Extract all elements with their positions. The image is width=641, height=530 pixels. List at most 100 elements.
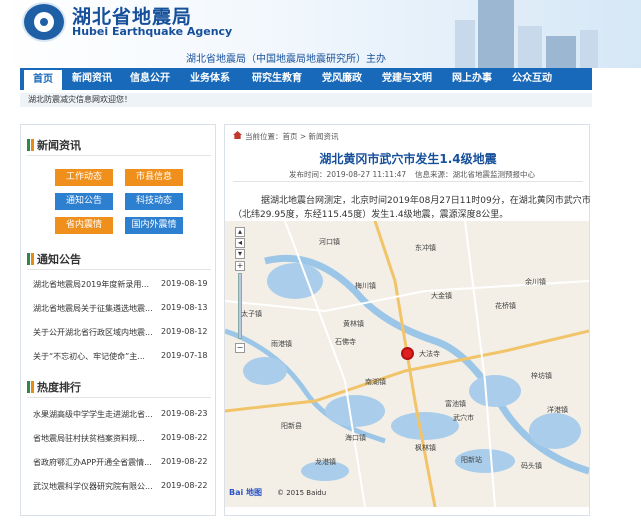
nav-item-graduate[interactable]: 研究生教育 (246, 68, 308, 90)
map-label: 梓坊镇 (531, 372, 552, 380)
list-item-date: 2019-08-22 (161, 457, 208, 466)
list-item-date: 2019-08-23 (161, 409, 208, 418)
nav-item-info[interactable]: 信息公开 (124, 68, 176, 90)
building-graphic (478, 0, 514, 68)
article-paragraph-2: （北纬29.95度，东经115.45度）发生1.4级地震，震源深度8公里。 (233, 210, 509, 220)
map-label: 雨港镇 (271, 340, 292, 348)
news-section-title: 新闻资讯 (37, 139, 81, 152)
building-graphic (580, 30, 598, 68)
epicenter-map[interactable]: ▴ ◂ ▾ + − 河口镇 东冲镇 梅川镇 大金镇 黄林镇 石佛寺 太子镇 雨港… (225, 221, 589, 507)
map-label: 黄林镇 (343, 320, 364, 328)
epicenter-marker-icon[interactable] (401, 347, 414, 360)
site-name-en: Hubei Earthquake Agency (72, 25, 233, 38)
building-graphic (518, 26, 542, 68)
section-bars-icon (27, 139, 30, 151)
section-bars-icon (27, 381, 30, 393)
list-item-title[interactable]: 省地震局驻村扶贫档案资料规... (33, 433, 155, 444)
map-label: 花桥镇 (495, 302, 516, 310)
list-item-title[interactable]: 省政府鄂汇办APP开通全省震情... (33, 457, 155, 468)
list-item[interactable]: 关于公开湖北省行政区域内地震... 2019-08-12 (33, 327, 213, 341)
map-label: 海口镇 (345, 434, 366, 442)
list-item[interactable]: 武汉地震科学仪器研究院有限公... 2019-08-22 (33, 481, 213, 495)
map-label: 石佛寺 (335, 338, 356, 346)
list-item-title[interactable]: 湖北省地震局2019年度新录用... (33, 279, 155, 290)
breadcrumb[interactable]: 当前位置：首页 > 新闻资讯 (245, 131, 339, 142)
site-header: 湖北省地震局 Hubei Earthquake Agency 湖北省地震局（中国… (0, 0, 641, 68)
map-label: 大金镇 (431, 292, 452, 300)
list-item-title[interactable]: 湖北省地震局关于征集遴选地震... (33, 303, 155, 314)
list-item-date: 2019-08-22 (161, 433, 208, 442)
article-panel: 当前位置：首页 > 新闻资讯 湖北黄冈市武穴市发生1.4级地震 发布时间：201… (224, 124, 591, 516)
map-label: 枫林镇 (415, 444, 436, 452)
map-label: 大法寺 (419, 350, 440, 358)
nav-item-home[interactable]: 首页 (24, 68, 62, 90)
list-item-title[interactable]: 武汉地震科学仪器研究院有限公... (33, 481, 155, 492)
btn-notices[interactable]: 通知公告 (55, 193, 113, 210)
map-label: 河口镇 (319, 238, 340, 246)
zoom-out-button[interactable]: − (235, 343, 245, 353)
info-source: 信息来源：湖北省地震监测预报中心 (415, 170, 535, 179)
article-title: 湖北黄冈市武穴市发生1.4级地震 (319, 152, 497, 166)
announcements-title: 通知公告 (37, 253, 81, 266)
divider (233, 181, 583, 182)
building-graphic (455, 20, 475, 68)
map-label: 阳新站 (461, 456, 482, 464)
publish-time: 发布时间：2019-08-27 11:11:47 (289, 170, 407, 179)
map-label: 梅川镇 (355, 282, 376, 290)
main-nav: 首页 新闻资讯 信息公开 业务体系 研究生教育 党风廉政 党建与文明 网上办事 … (20, 68, 592, 90)
left-sidebar: 新闻资讯 工作动态 市县信息 通知公告 科技动态 省内震情 国内外震情 通知公告… (20, 124, 216, 516)
map-label: 码头镇 (521, 462, 542, 470)
list-item-title[interactable]: 关于公开湖北省行政区域内地震... (33, 327, 155, 338)
welcome-text: 湖北防震减灾信息网欢迎您！ (28, 95, 132, 104)
list-item[interactable]: 湖北省地震局2019年度新录用... 2019-08-19 (33, 279, 213, 293)
welcome-bar: 湖北防震减灾信息网欢迎您！ (20, 93, 592, 107)
divider (27, 269, 211, 270)
agency-logo-icon[interactable] (22, 2, 66, 42)
list-item-date: 2019-07-18 (161, 351, 208, 360)
building-graphic (546, 36, 576, 68)
article-paragraph-1: 据湖北地震台网测定，北京时间2019年08月27日11时09分，在湖北黄冈市武穴… (261, 196, 591, 206)
map-label: 余川镇 (525, 278, 546, 286)
btn-county-info[interactable]: 市县信息 (125, 169, 183, 186)
nav-item-online[interactable]: 网上办事 (446, 68, 498, 90)
map-label: 洋港镇 (547, 406, 568, 414)
btn-tech-news[interactable]: 科技动态 (125, 193, 183, 210)
nav-item-integrity[interactable]: 党风廉政 (316, 68, 368, 90)
btn-province-quakes[interactable]: 省内震情 (55, 217, 113, 234)
baidu-logo[interactable]: Bai 地图 (229, 487, 262, 498)
list-item[interactable]: 关于“不忘初心、牢记使命”主... 2019-07-18 (33, 351, 213, 365)
nav-item-public[interactable]: 公众互动 (506, 68, 558, 90)
map-label: 东冲镇 (415, 244, 436, 252)
map-label: 阳新县 (281, 422, 302, 430)
divider (27, 397, 211, 398)
map-label: 南湖镇 (365, 378, 386, 386)
zoom-slider[interactable] (238, 273, 242, 339)
map-label: 武穴市 (453, 414, 474, 422)
pan-up-icon[interactable]: ▴ (235, 227, 245, 237)
list-item[interactable]: 省政府鄂汇办APP开通全省震情... 2019-08-22 (33, 457, 213, 471)
home-icon (233, 131, 242, 139)
zoom-in-button[interactable]: + (235, 261, 245, 271)
pan-left-right-icon[interactable]: ◂ (235, 238, 245, 248)
map-label: 富池镇 (445, 400, 466, 408)
map-zoom-control: ▴ ◂ ▾ + − (235, 227, 249, 357)
btn-world-quakes[interactable]: 国内外震情 (125, 217, 183, 234)
pan-down-icon[interactable]: ▾ (235, 249, 245, 259)
btn-work-news[interactable]: 工作动态 (55, 169, 113, 186)
list-item[interactable]: 省地震局驻村扶贫档案资料规... 2019-08-22 (33, 433, 213, 447)
list-item[interactable]: 湖北省地震局关于征集遴选地震... 2019-08-13 (33, 303, 213, 317)
nav-item-business[interactable]: 业务体系 (184, 68, 236, 90)
list-item-title[interactable]: 水果湖高级中学学生走进湖北省... (33, 409, 155, 420)
ranking-title: 热度排行 (37, 381, 81, 394)
nav-item-party[interactable]: 党建与文明 (376, 68, 438, 90)
map-label: 龙港镇 (315, 458, 336, 466)
list-item-title[interactable]: 关于“不忘初心、牢记使命”主... (33, 351, 155, 362)
list-item-date: 2019-08-12 (161, 327, 208, 336)
nav-item-news[interactable]: 新闻资讯 (66, 68, 118, 90)
map-label: 太子镇 (241, 310, 262, 318)
site-subtitle: 湖北省地震局（中国地震局地震研究所）主办 (186, 54, 386, 65)
list-item-date: 2019-08-22 (161, 481, 208, 490)
list-item[interactable]: 水果湖高级中学学生走进湖北省... 2019-08-23 (33, 409, 213, 423)
divider (27, 155, 211, 156)
map-copyright: © 2015 Baidu (277, 489, 327, 497)
